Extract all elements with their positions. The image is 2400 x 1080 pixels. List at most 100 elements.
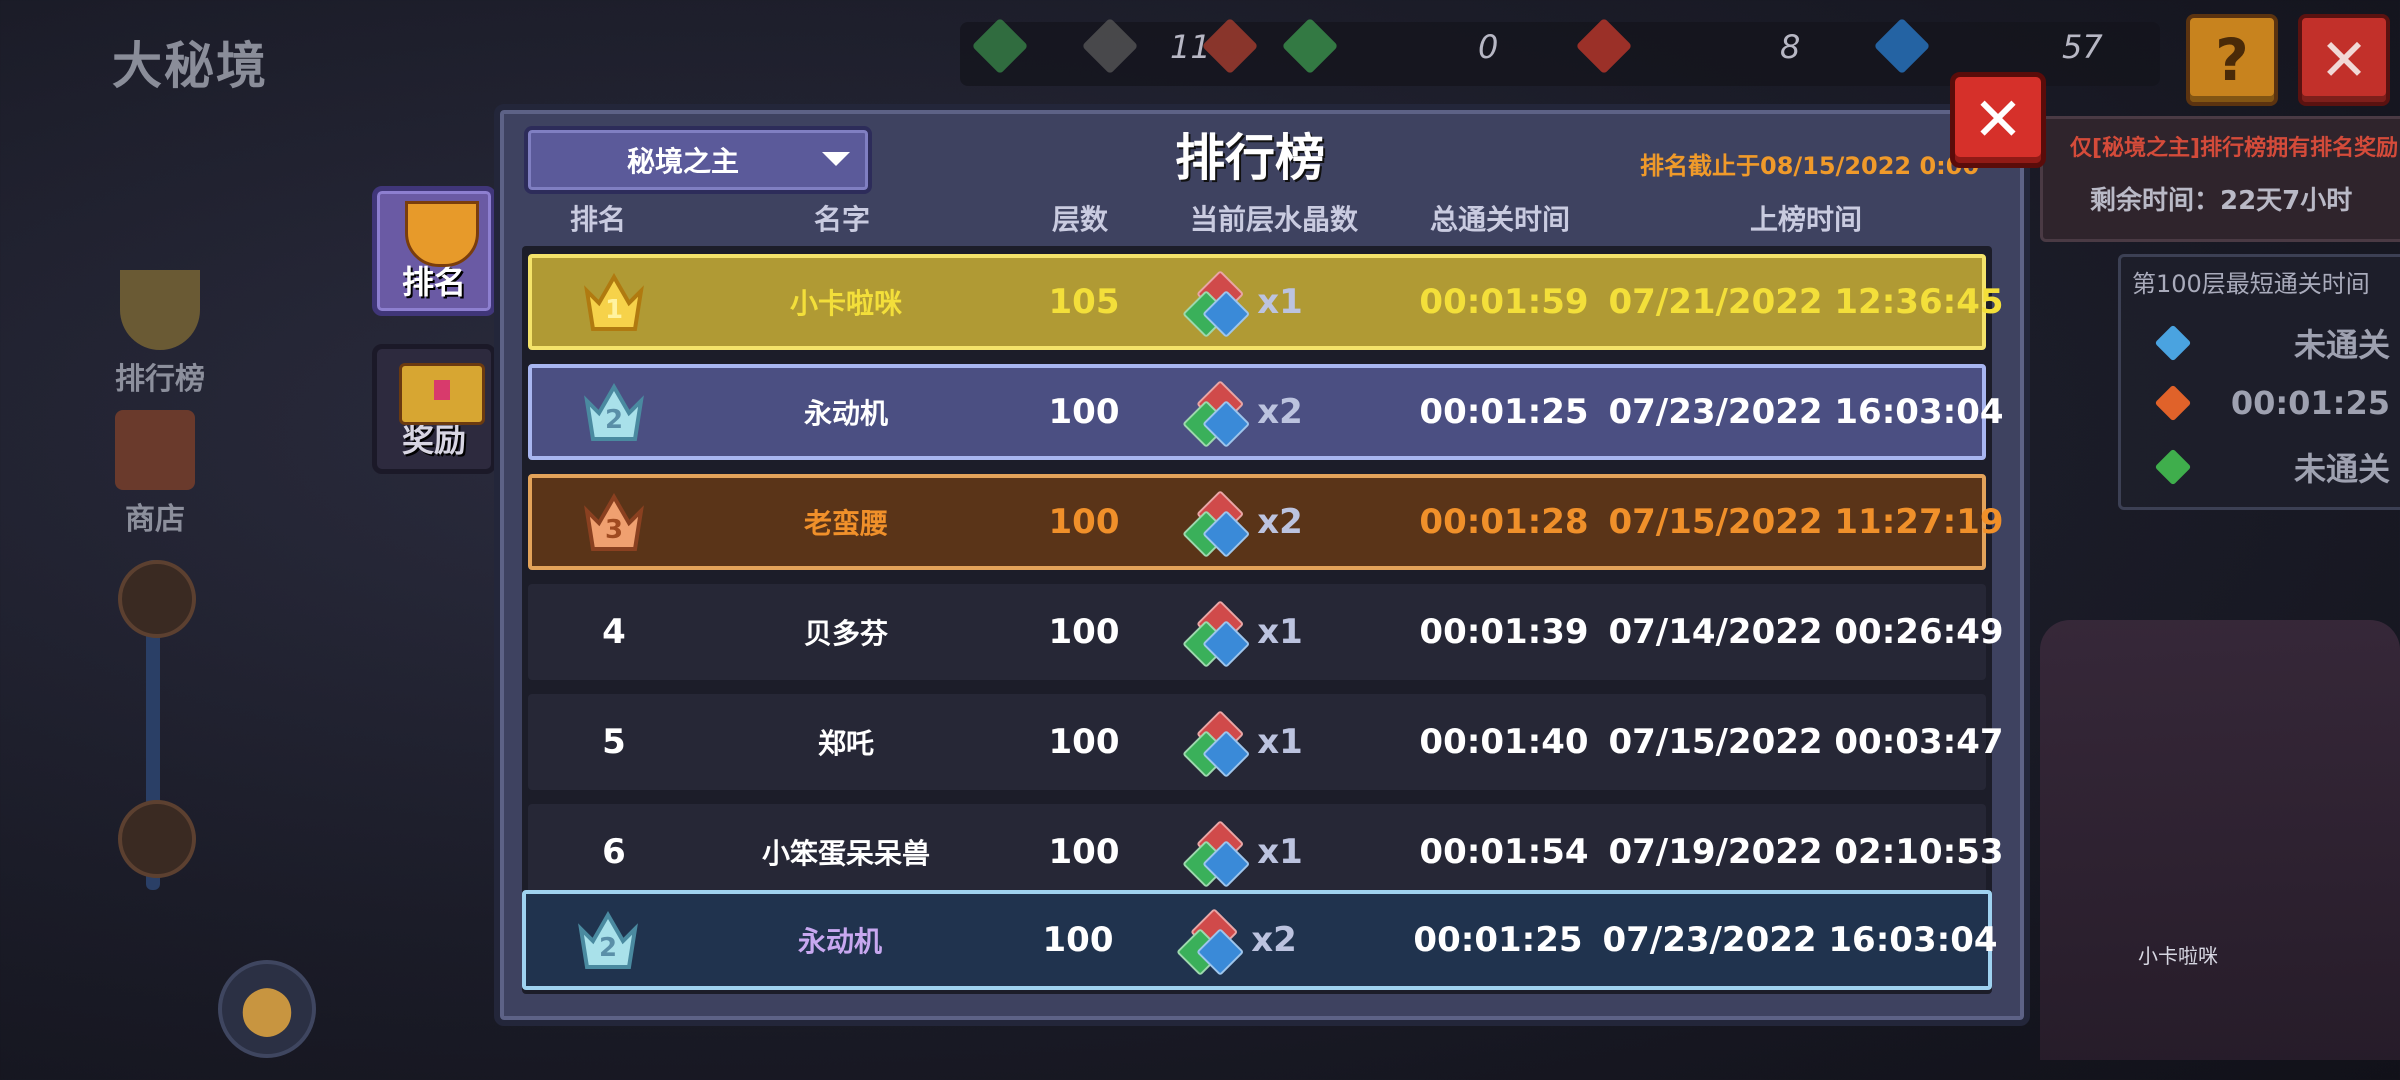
crystal-cell: x1: [1181, 707, 1303, 779]
rank-cell: 6: [602, 832, 626, 872]
crystal-cell: x1: [1181, 817, 1303, 889]
rank-cell: 1: [581, 269, 647, 335]
trophy-icon: [120, 270, 200, 350]
crown-rank-number: 2: [604, 405, 624, 435]
rank-cell: 5: [602, 722, 626, 762]
total-time-cell: 00:01:59: [1419, 282, 1589, 322]
help-button[interactable]: ?: [2186, 14, 2278, 106]
treasure-chest-icon: [399, 363, 485, 425]
date-cell: 07/19/2022 02:10:53: [1608, 832, 2004, 872]
rank-cell: 2: [575, 907, 641, 973]
floor-node[interactable]: [118, 560, 196, 638]
total-time-cell: 00:01:40: [1419, 722, 1589, 762]
leaderboard-type-dropdown[interactable]: 秘境之主: [524, 126, 872, 194]
rank-cell: 3: [581, 489, 647, 555]
crystal-cell: x2: [1181, 487, 1303, 559]
crystal-icon: [1181, 487, 1251, 559]
crystal-count: x2: [1257, 502, 1303, 542]
crown-rank-icon: 3: [581, 489, 647, 555]
best-time-row: 00:01:25: [2154, 384, 2390, 422]
date-cell: 07/15/2022 00:03:47: [1608, 722, 2004, 762]
column-header-floor: 层数: [1051, 203, 1109, 236]
crystal-count: x1: [1257, 282, 1303, 322]
crown-rank-number: 3: [604, 515, 624, 545]
best-time-value: 未通关: [2293, 450, 2390, 488]
fire-crystal-icon: [2154, 384, 2192, 422]
floor-cell: 100: [1048, 722, 1120, 762]
crystal-cell: x2: [1175, 905, 1297, 977]
crystal-icon: [1181, 377, 1251, 449]
total-time-cell: 00:01:54: [1419, 832, 1589, 872]
sidebar-item-label: 排行榜: [115, 362, 205, 397]
crystal-icon: [1181, 707, 1251, 779]
total-time-cell: 00:01:39: [1419, 612, 1589, 652]
rank-cell: 2: [581, 379, 647, 445]
crystal-count: x1: [1257, 832, 1303, 872]
date-cell: 07/23/2022 16:03:04: [1608, 392, 2004, 432]
floor-cell: 100: [1048, 832, 1120, 872]
blue-crystal-icon: [2154, 324, 2192, 362]
table-header: 排名 名字 层数 当前层水晶数 总通关时间 上榜时间: [522, 192, 1992, 238]
leaderboard-title: 排行榜: [1175, 129, 1325, 187]
name-cell: 永动机: [803, 397, 889, 430]
crown-rank-icon: 2: [581, 379, 647, 445]
crystal-icon: [1181, 267, 1251, 339]
dropdown-value: 秘境之主: [626, 145, 739, 178]
crystal-count: x1: [1257, 722, 1303, 762]
remaining-time: 剩余时间：22天7小时: [2090, 186, 2353, 216]
floor-cell: 100: [1042, 920, 1114, 960]
crystal-icon: [1181, 817, 1251, 889]
total-time-cell: 00:01:25: [1419, 392, 1589, 432]
best-time-row: 未通关: [2154, 444, 2390, 490]
chevron-down-icon: [822, 152, 850, 166]
date-cell: 07/23/2022 16:03:04: [1602, 920, 1998, 960]
best-time-title: 第100层最短通关时间: [2132, 270, 2370, 298]
date-cell: 07/21/2022 12:36:45: [1608, 282, 2004, 322]
crown-rank-number: 1: [604, 295, 624, 325]
my-rank-row[interactable]: 2 永动机 100 00:01:25 07/23/2022 16:03:04 x2: [522, 890, 1998, 990]
floor-cell: 105: [1048, 282, 1120, 322]
throne-character[interactable]: [2040, 620, 2400, 1060]
ranking-deadline: 排名截止于08/15/2022 0:00: [1640, 152, 1980, 180]
table-row[interactable]: 1 小卡啦咪 105 00:01:59 07/21/2022 12:36:45 x1: [528, 254, 2004, 350]
crystal-cell: x1: [1181, 597, 1303, 669]
column-header-total-time: 总通关时间: [1429, 203, 1571, 236]
location-pin-icon[interactable]: ⬤: [218, 960, 316, 1058]
tab-ranking[interactable]: 排名: [372, 186, 496, 316]
crown-rank-number: 2: [598, 933, 618, 963]
floor-node[interactable]: [118, 800, 196, 878]
name-cell: 小笨蛋呆呆兽: [761, 837, 931, 870]
crystal-icon: [1175, 905, 1245, 977]
date-cell: 07/15/2022 11:27:19: [1608, 502, 2004, 542]
resource-count-2: 0: [1478, 28, 1499, 66]
sidebar-item-leaderboard[interactable]: 排行榜: [115, 270, 205, 398]
sidebar-item-shop[interactable]: 商店: [115, 410, 195, 538]
close-button[interactable]: ✕: [1950, 72, 2046, 168]
best-time-value: 未通关: [2293, 326, 2390, 364]
floor-cell: 100: [1048, 502, 1120, 542]
table-row[interactable]: 5 郑吒 100 00:01:40 07/15/2022 00:03:47 x1: [528, 694, 2004, 790]
table-row[interactable]: 4 贝多芬 100 00:01:39 07/14/2022 00:26:49 x1: [528, 584, 2004, 680]
column-header-crystals: 当前层水晶数: [1189, 203, 1359, 236]
shop-icon: [115, 410, 195, 490]
table-row[interactable]: 3 老蛮腰 100 00:01:28 07/15/2022 11:27:19 x2: [528, 474, 2004, 570]
total-time-cell: 00:01:25: [1413, 920, 1583, 960]
rank-cell: 4: [602, 612, 626, 652]
name-cell: 郑吒: [817, 727, 875, 760]
green-crystal-icon: [2154, 448, 2192, 486]
table-row[interactable]: 2 永动机 100 00:01:25 07/23/2022 16:03:04 x2: [528, 364, 2004, 460]
best-time-row: 未通关: [2154, 320, 2390, 366]
tab-rewards[interactable]: 奖励: [372, 344, 496, 474]
table-row[interactable]: 6 小笨蛋呆呆兽 100 00:01:54 07/19/2022 02:10:53 x1: [528, 804, 2004, 900]
throne-character-name: 小卡啦咪: [2138, 944, 2218, 968]
crystal-cell: x2: [1181, 377, 1303, 449]
column-header-name: 名字: [813, 203, 871, 236]
crown-rank-icon: 2: [575, 907, 641, 973]
name-cell: 永动机: [797, 925, 883, 958]
trophy-icon: [405, 201, 479, 267]
column-header-rank: 排名: [569, 203, 627, 236]
column-header-date: 上榜时间: [1749, 203, 1863, 236]
exit-button[interactable]: ✕: [2298, 14, 2390, 106]
floor-cell: 100: [1048, 612, 1120, 652]
resource-count-4: 57: [2062, 28, 2103, 66]
